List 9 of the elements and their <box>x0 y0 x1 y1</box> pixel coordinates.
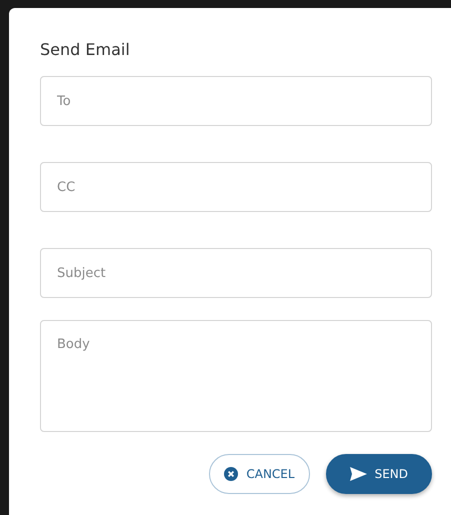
send-button[interactable]: SEND <box>326 454 432 494</box>
body-field[interactable]: Body <box>40 320 432 432</box>
input-field[interactable]: Subject <box>40 248 432 298</box>
input-field[interactable]: To <box>40 76 432 126</box>
cancel-button[interactable]: CANCEL <box>209 454 310 494</box>
input-field[interactable]: CC <box>40 162 432 212</box>
dialog-title: Send Email <box>40 39 131 61</box>
send-icon <box>350 467 367 481</box>
close-icon <box>224 467 238 481</box>
